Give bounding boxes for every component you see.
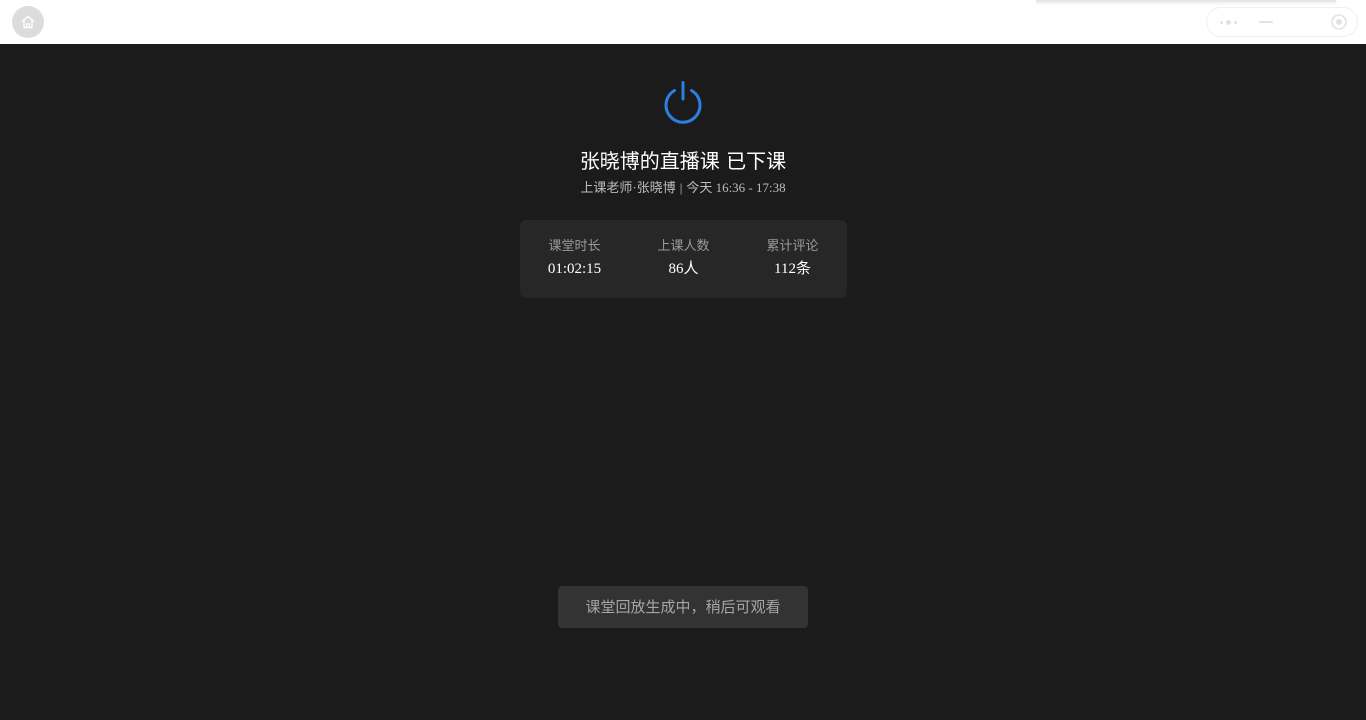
stat-label: 上课人数 — [657, 239, 710, 254]
close-circle-icon — [1331, 14, 1347, 30]
more-dots-icon — [1219, 20, 1223, 24]
teacher-name: 上课老师·张晓博 — [580, 180, 676, 195]
stat-value: 86人 — [668, 261, 699, 277]
stat-duration: 课堂时长 01:02:15 — [520, 238, 629, 280]
stats-card: 课堂时长 01:02:15 上课人数 86人 累计评论 112条 — [520, 220, 847, 298]
minimize-button[interactable] — [1257, 14, 1275, 30]
home-icon — [21, 15, 35, 29]
more-dot — [1225, 19, 1231, 25]
course-title: 张晓博的直播课 已下课 — [579, 149, 787, 173]
replay-notice: 课堂回放生成中，稍后可观看 — [558, 586, 808, 628]
top-bar — [0, 0, 1366, 44]
stat-value: 112条 — [774, 261, 811, 277]
more-dot — [1233, 20, 1237, 24]
class-time: 今天 16:36 - 17:38 — [686, 180, 786, 195]
stat-label: 课堂时长 — [548, 239, 601, 254]
close-button[interactable] — [1329, 13, 1349, 31]
minimize-icon — [1259, 21, 1273, 23]
window-controls — [1206, 7, 1358, 37]
home-button[interactable] — [12, 6, 44, 38]
popup-edge — [1036, 0, 1336, 2]
power-icon — [664, 81, 702, 124]
subtitle-separator: | — [679, 180, 683, 195]
class-ended-panel: 张晓博的直播课 已下课 上课老师·张晓博 | 今天 16:36 - 17:38 课堂… — [0, 44, 1366, 720]
more-button[interactable] — [1217, 16, 1239, 28]
stat-label: 累计评论 — [766, 239, 819, 254]
stat-attendance: 上课人数 86人 — [629, 238, 738, 280]
course-subtitle: 上课老师·张晓博 | 今天 16:36 - 17:38 — [0, 179, 1366, 197]
stat-value: 01:02:15 — [547, 261, 602, 277]
stat-comments: 累计评论 112条 — [738, 238, 847, 280]
